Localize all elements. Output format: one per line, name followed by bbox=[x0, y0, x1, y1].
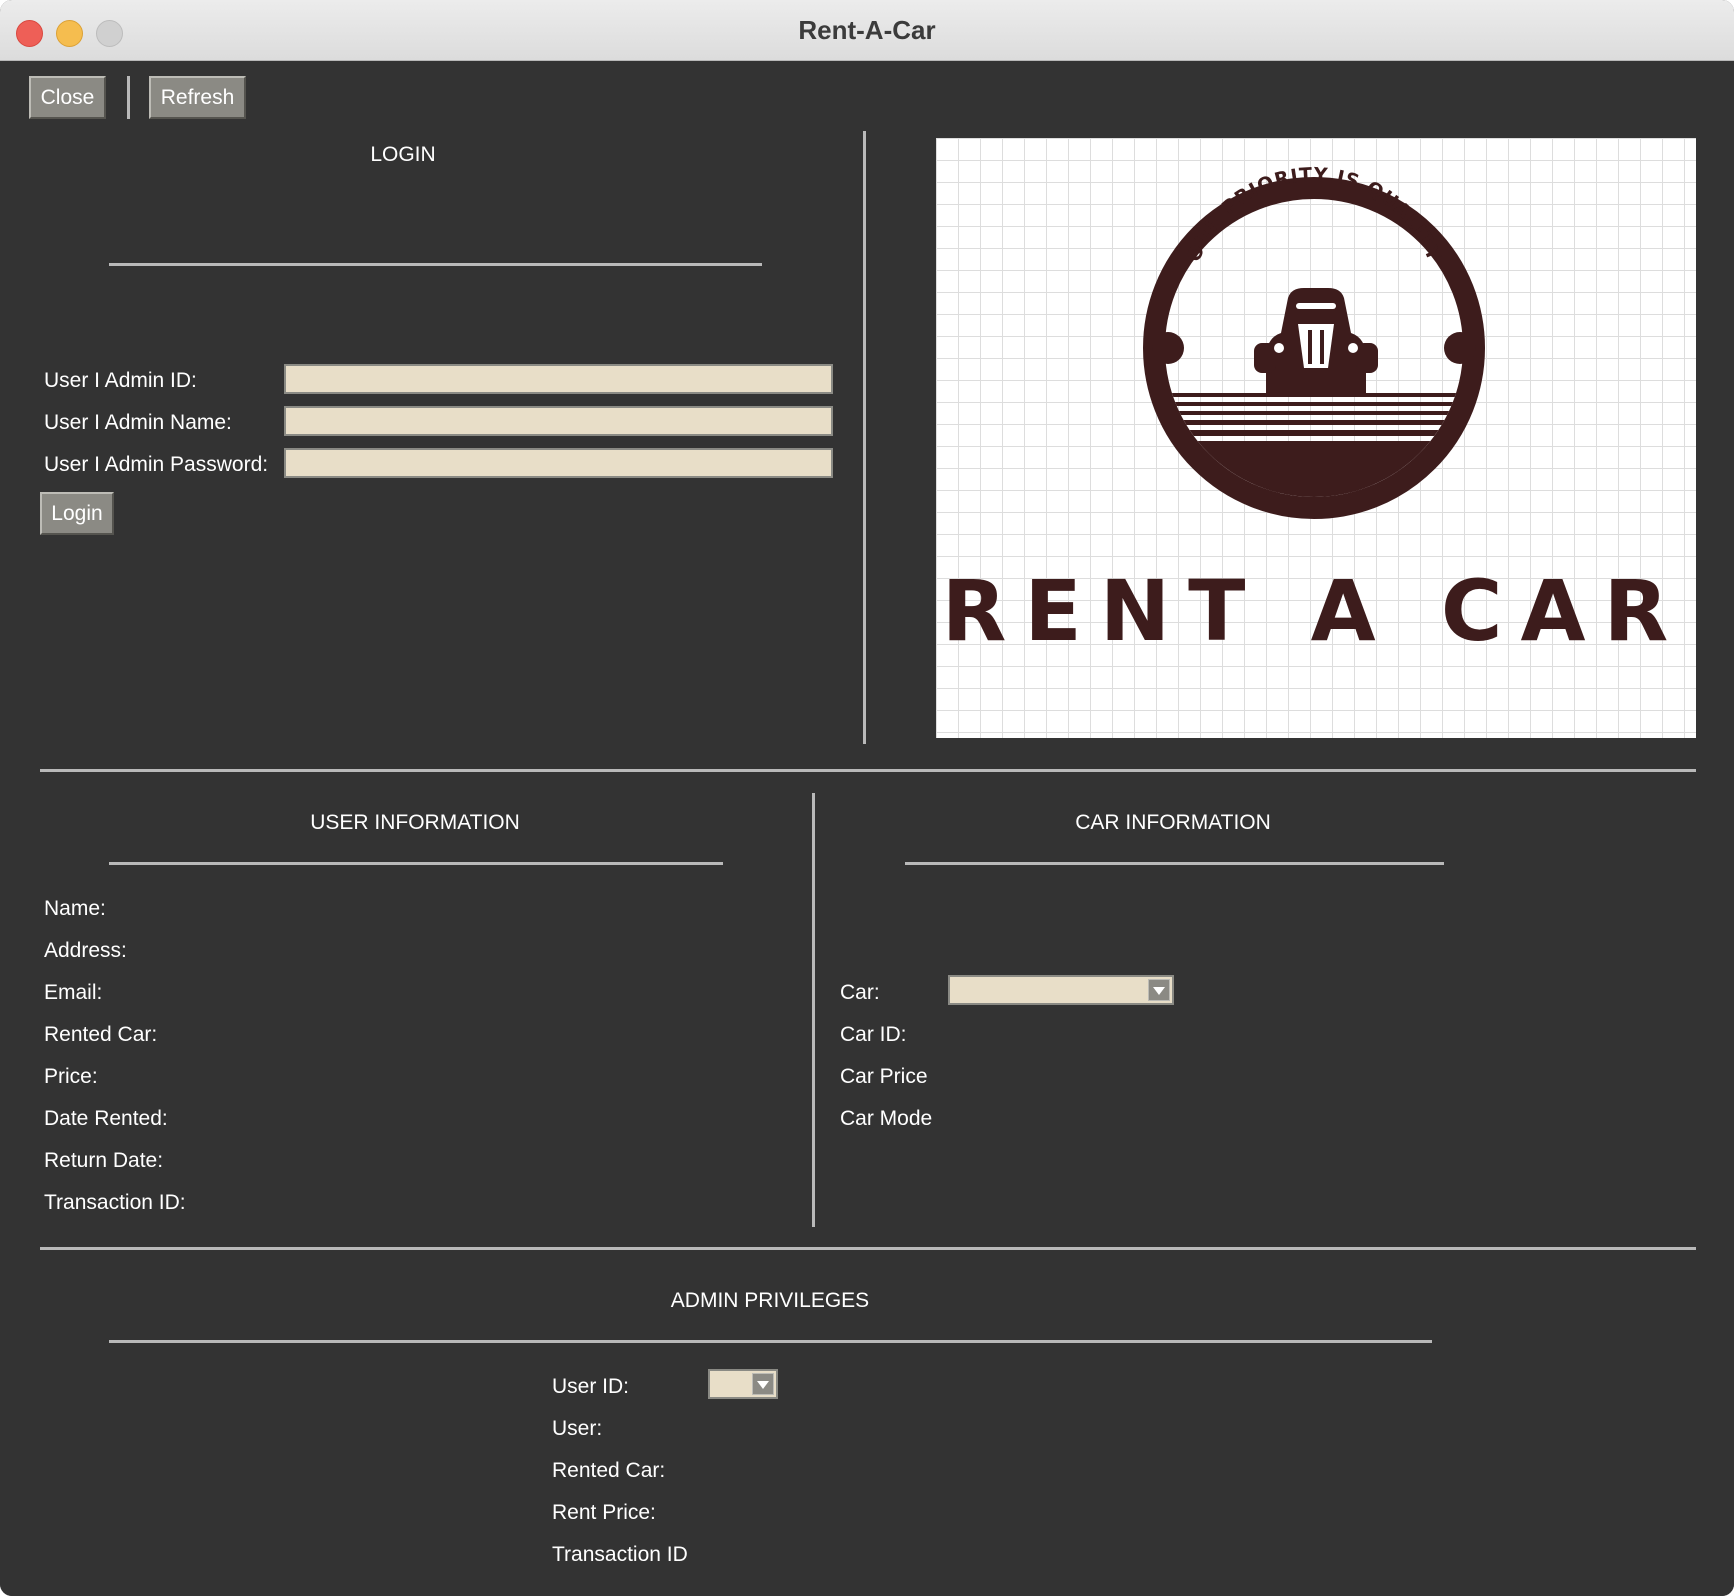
car-label: Car: bbox=[840, 981, 880, 1004]
app-window: Rent-A-Car Close Refresh LOGIN User I Ad… bbox=[0, 0, 1734, 1596]
admin-id-label: User I Admin ID: bbox=[44, 369, 197, 392]
login-button[interactable]: Login bbox=[40, 492, 114, 535]
admin-password-label: User I Admin Password: bbox=[44, 453, 269, 476]
admin-user-id-select[interactable] bbox=[708, 1369, 778, 1399]
admin-transaction-label: Transaction ID bbox=[552, 1543, 688, 1566]
user-price-label: Price: bbox=[44, 1065, 98, 1088]
user-email-label: Email: bbox=[44, 981, 103, 1004]
rent-a-car-logo: OUR PRIORITY IS QUALITY RENT A CAR bbox=[936, 138, 1696, 738]
refresh-button[interactable]: Refresh bbox=[149, 76, 246, 119]
car-id-label: Car ID: bbox=[840, 1023, 907, 1046]
admin-password-field[interactable] bbox=[284, 448, 833, 478]
car-info-heading-rule bbox=[905, 862, 1444, 865]
chevron-down-icon[interactable] bbox=[1148, 979, 1170, 1001]
logo-arc-text: OUR PRIORITY IS QUALITY bbox=[1183, 164, 1444, 265]
admin-user-id-label: User ID: bbox=[552, 1375, 630, 1398]
user-car-divider bbox=[812, 793, 815, 1227]
user-rented-car-label: Rented Car: bbox=[44, 1023, 158, 1046]
section-divider-bottom bbox=[40, 1247, 1696, 1250]
user-date-rented-label: Date Rented: bbox=[44, 1107, 168, 1130]
svg-text:OUR PRIORITY IS QUALITY: OUR PRIORITY IS QUALITY bbox=[1183, 164, 1445, 265]
car-select[interactable] bbox=[948, 975, 1174, 1005]
window-title: Rent-A-Car bbox=[798, 15, 936, 45]
toolbar-divider bbox=[127, 76, 130, 119]
title-bar: Rent-A-Car bbox=[0, 0, 1734, 61]
login-heading-rule bbox=[109, 263, 762, 266]
user-transaction-id-label: Transaction ID: bbox=[44, 1191, 186, 1214]
admin-name-field[interactable] bbox=[284, 406, 833, 436]
chevron-down-icon[interactable] bbox=[752, 1373, 774, 1395]
admin-heading: ADMIN PRIVILEGES bbox=[670, 1289, 870, 1312]
user-return-date-label: Return Date: bbox=[44, 1149, 164, 1172]
admin-name-label: User I Admin Name: bbox=[44, 411, 232, 434]
car-badge-icon: OUR PRIORITY IS QUALITY RENT A CAR bbox=[942, 164, 1687, 660]
login-logo-divider bbox=[863, 131, 866, 744]
user-name-label: Name: bbox=[44, 897, 106, 920]
login-heading: LOGIN bbox=[370, 143, 436, 166]
admin-rent-price-label: Rent Price: bbox=[552, 1501, 656, 1524]
admin-heading-rule bbox=[109, 1340, 1432, 1343]
car-info-heading: CAR INFORMATION bbox=[1075, 811, 1271, 834]
user-info-heading-rule bbox=[109, 862, 723, 865]
close-button[interactable]: Close bbox=[29, 76, 106, 119]
admin-id-field[interactable] bbox=[284, 364, 833, 394]
car-model-label: Car Mode bbox=[840, 1107, 933, 1130]
admin-user-label: User: bbox=[552, 1417, 603, 1440]
user-address-label: Address: bbox=[44, 939, 127, 962]
admin-rented-car-label: Rented Car: bbox=[552, 1459, 666, 1482]
logo-brand-text: RENT A CAR bbox=[942, 562, 1687, 660]
car-price-label: Car Price bbox=[840, 1065, 928, 1088]
section-divider-top bbox=[40, 769, 1696, 772]
user-info-heading: USER INFORMATION bbox=[310, 811, 520, 834]
